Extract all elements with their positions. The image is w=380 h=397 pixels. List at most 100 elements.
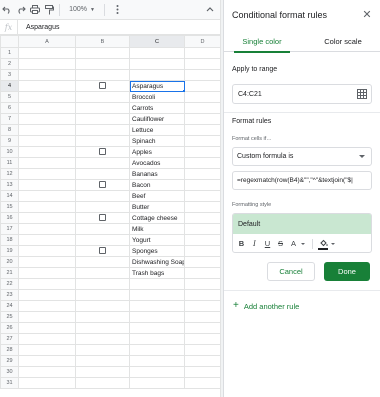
cell-c[interactable]: Asparagus [129,80,185,92]
cell-a[interactable] [18,289,76,301]
row-header[interactable]: 30 [0,366,19,378]
strikethrough-button[interactable]: S [275,237,286,251]
cell-a[interactable] [18,168,76,180]
cell-b[interactable] [75,278,130,290]
cell-a[interactable] [18,333,76,345]
cell-b[interactable] [75,300,130,312]
cell-b[interactable] [75,58,130,70]
row-header[interactable]: 26 [0,322,19,334]
cell-d[interactable] [184,124,221,136]
cell-b[interactable] [75,311,130,323]
row-header[interactable]: 28 [0,344,19,356]
row-header[interactable]: 15 [0,201,19,213]
cell-c[interactable] [129,278,185,290]
checkbox[interactable] [99,247,106,255]
cell-c[interactable]: Bananas [129,168,185,180]
cell-b[interactable] [75,168,130,180]
cell-b[interactable] [75,289,130,301]
cell-a[interactable] [18,245,76,257]
cell-d[interactable] [184,102,221,114]
cell-d[interactable] [184,267,221,279]
row-header[interactable]: 1 [0,47,19,59]
print-icon[interactable] [28,2,42,18]
select-range-icon[interactable] [357,89,367,99]
cell-d[interactable] [184,80,221,92]
cell-b[interactable] [75,212,130,224]
row-header[interactable]: 2 [0,58,19,70]
row-header[interactable]: 29 [0,355,19,367]
cell-d[interactable] [184,256,221,268]
range-input[interactable]: C4:C21 [232,84,372,104]
cell-c[interactable]: Yogurt [129,234,185,246]
column-header-a[interactable]: A [18,35,76,48]
row-header[interactable]: 8 [0,124,19,136]
checkbox[interactable] [99,214,106,222]
cell-b[interactable] [75,366,130,378]
condition-select[interactable]: Custom formula is [232,147,372,166]
cell-a[interactable] [18,102,76,114]
cell-d[interactable] [184,311,221,323]
cell-a[interactable] [18,47,76,59]
cell-a[interactable] [18,201,76,213]
cell-b[interactable] [75,377,130,389]
row-header[interactable]: 4 [0,80,19,92]
cell-c[interactable] [129,344,185,356]
done-button[interactable]: Done [324,262,370,281]
row-header[interactable]: 25 [0,311,19,323]
cell-c[interactable] [129,355,185,367]
cell-c[interactable] [129,366,185,378]
row-header[interactable]: 6 [0,102,19,114]
checkbox[interactable] [99,148,106,156]
row-header[interactable]: 20 [0,256,19,268]
cell-d[interactable] [184,322,221,334]
cell-d[interactable] [184,234,221,246]
cell-d[interactable] [184,58,221,70]
cell-b[interactable] [75,113,130,125]
bold-button[interactable]: B [236,237,247,251]
cell-c[interactable]: Cottage cheese [129,212,185,224]
italic-button[interactable]: I [249,237,260,251]
row-header[interactable]: 19 [0,245,19,257]
column-header-d[interactable]: D [184,35,221,48]
cell-a[interactable] [18,135,76,147]
cell-a[interactable] [18,234,76,246]
cell-c[interactable]: Broccoli [129,91,185,103]
close-icon[interactable]: ✕ [360,7,374,21]
cell-c[interactable]: Cauliflower [129,113,185,125]
row-header[interactable]: 7 [0,113,19,125]
cell-c[interactable]: Butter [129,201,185,213]
cell-d[interactable] [184,333,221,345]
cell-c[interactable]: Milk [129,223,185,235]
formula-input[interactable]: Asparagus [18,24,59,31]
cell-c[interactable] [129,322,185,334]
text-color-button[interactable]: A [288,237,299,251]
tab-color-scale[interactable]: Color scale [314,30,372,52]
cell-c[interactable]: Bacon [129,179,185,191]
cell-d[interactable] [184,212,221,224]
cell-c[interactable] [129,333,185,345]
row-header[interactable]: 23 [0,289,19,301]
cell-a[interactable] [18,311,76,323]
cell-a[interactable] [18,267,76,279]
cell-c[interactable]: Sponges [129,245,185,257]
cell-d[interactable] [184,168,221,180]
row-header[interactable]: 3 [0,69,19,81]
cell-c[interactable] [129,289,185,301]
cell-d[interactable] [184,113,221,125]
row-header[interactable]: 31 [0,377,19,389]
cell-c[interactable] [129,377,185,389]
cell-b[interactable] [75,124,130,136]
cell-a[interactable] [18,278,76,290]
undo-icon[interactable] [0,2,14,18]
cell-d[interactable] [184,377,221,389]
cell-c[interactable]: Dishwashing Soap [129,256,185,268]
cell-b[interactable] [75,355,130,367]
cell-b[interactable] [75,234,130,246]
cell-a[interactable] [18,80,76,92]
cell-a[interactable] [18,146,76,158]
row-header[interactable]: 5 [0,91,19,103]
checkbox[interactable] [99,181,106,189]
row-header[interactable]: 21 [0,267,19,279]
cell-d[interactable] [184,223,221,235]
redo-icon[interactable] [14,2,28,18]
